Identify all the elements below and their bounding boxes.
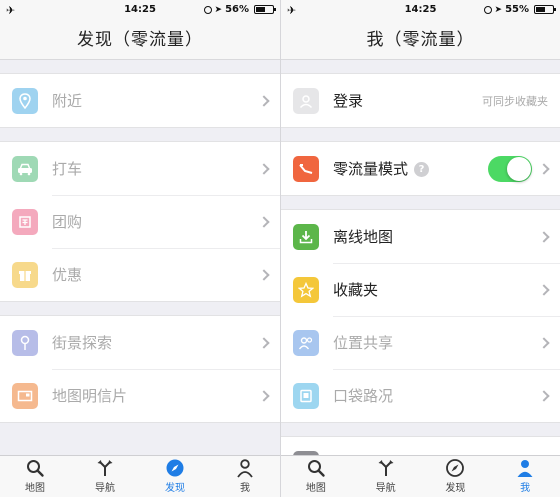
- list-group-explore: 街景探索 地图明信片: [0, 315, 280, 423]
- compass-icon: [165, 458, 185, 479]
- coupon-icon: [12, 208, 38, 235]
- help-icon[interactable]: ?: [414, 162, 430, 177]
- list-item[interactable]: 附近: [0, 74, 280, 127]
- tab-navigation[interactable]: 导航: [70, 456, 140, 497]
- location-share-icon: [293, 329, 319, 356]
- tab-label: 我: [520, 483, 531, 494]
- battery-icon: [254, 5, 276, 14]
- list-item-label: 口袋路况: [333, 387, 394, 405]
- me-screen: ✈ 14:25 ➤ 55% 我（零流量） 登录 可同步收藏夹 零流量模式? 离线…: [280, 0, 560, 497]
- page-title: 发现（零流量）: [0, 20, 280, 60]
- login-row[interactable]: 登录 可同步收藏夹: [281, 74, 560, 127]
- zero-traffic-label-text: 零流量模式: [333, 160, 409, 178]
- zero-traffic-row[interactable]: 零流量模式?: [281, 142, 560, 195]
- tab-bar: 地图 导航 发现 我: [0, 455, 280, 497]
- location-pin-icon: [12, 87, 38, 114]
- gift-icon: [12, 261, 38, 288]
- list-group-nearby: 附近: [0, 73, 280, 128]
- tab-bar: 地图 导航 发现 我: [281, 455, 560, 497]
- list-item-label: 地图明信片: [52, 387, 128, 405]
- list-item-label: 优惠: [52, 266, 83, 284]
- battery-percent: 56%: [225, 4, 249, 15]
- tab-label: 我: [240, 483, 250, 494]
- status-bar: ✈ 14:25 ➤ 56%: [0, 0, 280, 20]
- tab-label: 发现: [165, 483, 185, 494]
- login-hint: 可同步收藏夹: [482, 94, 548, 108]
- tab-person[interactable]: 我: [210, 456, 280, 497]
- search-icon: [306, 458, 326, 479]
- tab-label: 地图: [305, 483, 326, 494]
- person-icon: [235, 458, 255, 479]
- location-arrow-icon: ➤: [214, 4, 223, 15]
- list-item-label: 离线地图: [333, 228, 394, 246]
- list-item[interactable]: 收藏夹: [281, 263, 560, 316]
- compass-icon: [445, 458, 465, 479]
- tab-navigation[interactable]: 导航: [351, 456, 421, 497]
- tab-label: 发现: [445, 483, 466, 494]
- list-item[interactable]: 离线地图: [281, 210, 560, 263]
- star-icon: [293, 276, 319, 303]
- list-item[interactable]: 团购: [0, 195, 280, 248]
- battery-icon: [534, 5, 556, 14]
- car-icon: [12, 155, 38, 182]
- list-item[interactable]: 地图明信片: [0, 369, 280, 422]
- list-group-account: 登录 可同步收藏夹: [281, 73, 560, 128]
- search-icon: [25, 458, 45, 479]
- list-item-label: 位置共享: [333, 334, 394, 352]
- download-icon: [293, 223, 319, 250]
- tab-label: 导航: [95, 483, 115, 494]
- list-group-services: 打车 团购 优惠: [0, 141, 280, 302]
- list-item-label: 收藏夹: [333, 281, 379, 299]
- avatar-icon: [293, 87, 319, 114]
- list-item-label: 打车: [52, 160, 83, 178]
- rotation-lock-icon: [483, 5, 492, 14]
- battery-percent: 55%: [505, 4, 529, 15]
- rotation-lock-icon: [203, 5, 212, 14]
- list-item-label: 街景探索: [52, 334, 113, 352]
- tab-label: 地图: [25, 483, 45, 494]
- tab-compass[interactable]: 发现: [421, 456, 491, 497]
- discover-screen: ✈ 14:25 ➤ 56% 发现（零流量） 附近 打车团购优惠 街景探索地图明信…: [0, 0, 280, 497]
- list-item[interactable]: 街景探索: [0, 316, 280, 369]
- person-icon: [515, 458, 535, 479]
- postcard-icon: [12, 382, 38, 409]
- location-arrow-icon: ➤: [494, 4, 503, 15]
- page-title: 我（零流量）: [281, 20, 560, 60]
- list-item[interactable]: 位置共享: [281, 316, 560, 369]
- list-item[interactable]: 打车: [0, 142, 280, 195]
- tab-label: 导航: [375, 483, 396, 494]
- streetview-icon: [12, 329, 38, 356]
- tab-search[interactable]: 地图: [0, 456, 70, 497]
- list-group-tools: 离线地图收藏夹位置共享口袋路况: [281, 209, 560, 423]
- navigation-icon: [95, 458, 115, 479]
- toggle-knob: [507, 156, 531, 181]
- list-item-label: 团购: [52, 213, 83, 231]
- list-item[interactable]: 优惠: [0, 248, 280, 301]
- tab-person[interactable]: 我: [490, 456, 560, 497]
- traffic-icon: [293, 382, 319, 409]
- list-item[interactable]: 口袋路况: [281, 369, 560, 422]
- tab-search[interactable]: 地图: [281, 456, 351, 497]
- zero-traffic-toggle[interactable]: [488, 155, 532, 182]
- zero-traffic-icon: [293, 155, 319, 182]
- status-bar: ✈ 14:25 ➤ 55%: [281, 0, 560, 20]
- list-group-zero-traffic: 零流量模式?: [281, 141, 560, 196]
- list-item-label: 附近: [52, 92, 83, 110]
- tab-compass[interactable]: 发现: [140, 456, 210, 497]
- navigation-icon: [376, 458, 396, 479]
